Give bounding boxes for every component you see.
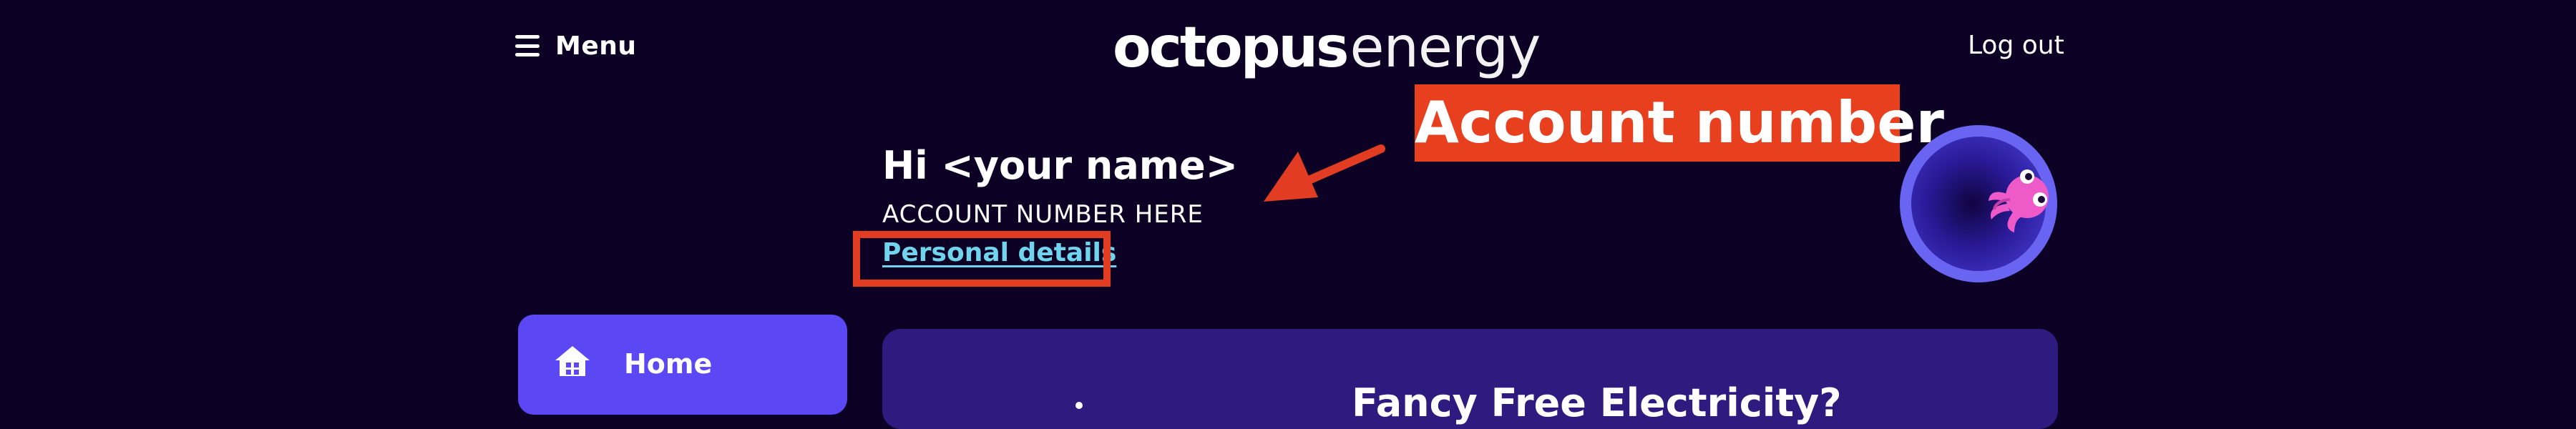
sidebar-item-label: Home [624, 348, 713, 380]
account-number-callout: Account number [1415, 84, 1944, 162]
sidebar-item-home[interactable]: Home [518, 315, 847, 415]
greeting-title: Hi <your name> [882, 143, 1238, 188]
promo-card[interactable]: Fancy Free Electricity? [882, 329, 2058, 429]
card-decoration [1075, 402, 1083, 409]
menu-button[interactable]: Menu [515, 29, 637, 63]
logout-link[interactable]: Log out [1968, 29, 2064, 63]
octopus-mascot-icon [1989, 169, 2049, 232]
annotation-arrow-icon [1264, 144, 1385, 202]
account-number: ACCOUNT NUMBER HERE [882, 200, 1204, 229]
logo-energy-text: energy [1350, 16, 1541, 80]
home-icon [555, 346, 590, 376]
hamburger-icon [515, 35, 540, 56]
menu-label: Menu [555, 31, 637, 61]
logo-octopus-text: octopus [1113, 16, 1349, 80]
highlight-box [853, 231, 1111, 287]
brand-logo[interactable]: octopus energy [1113, 16, 1541, 80]
card-heading: Fancy Free Electricity? [1352, 380, 1842, 425]
avatar[interactable] [1900, 125, 2057, 282]
